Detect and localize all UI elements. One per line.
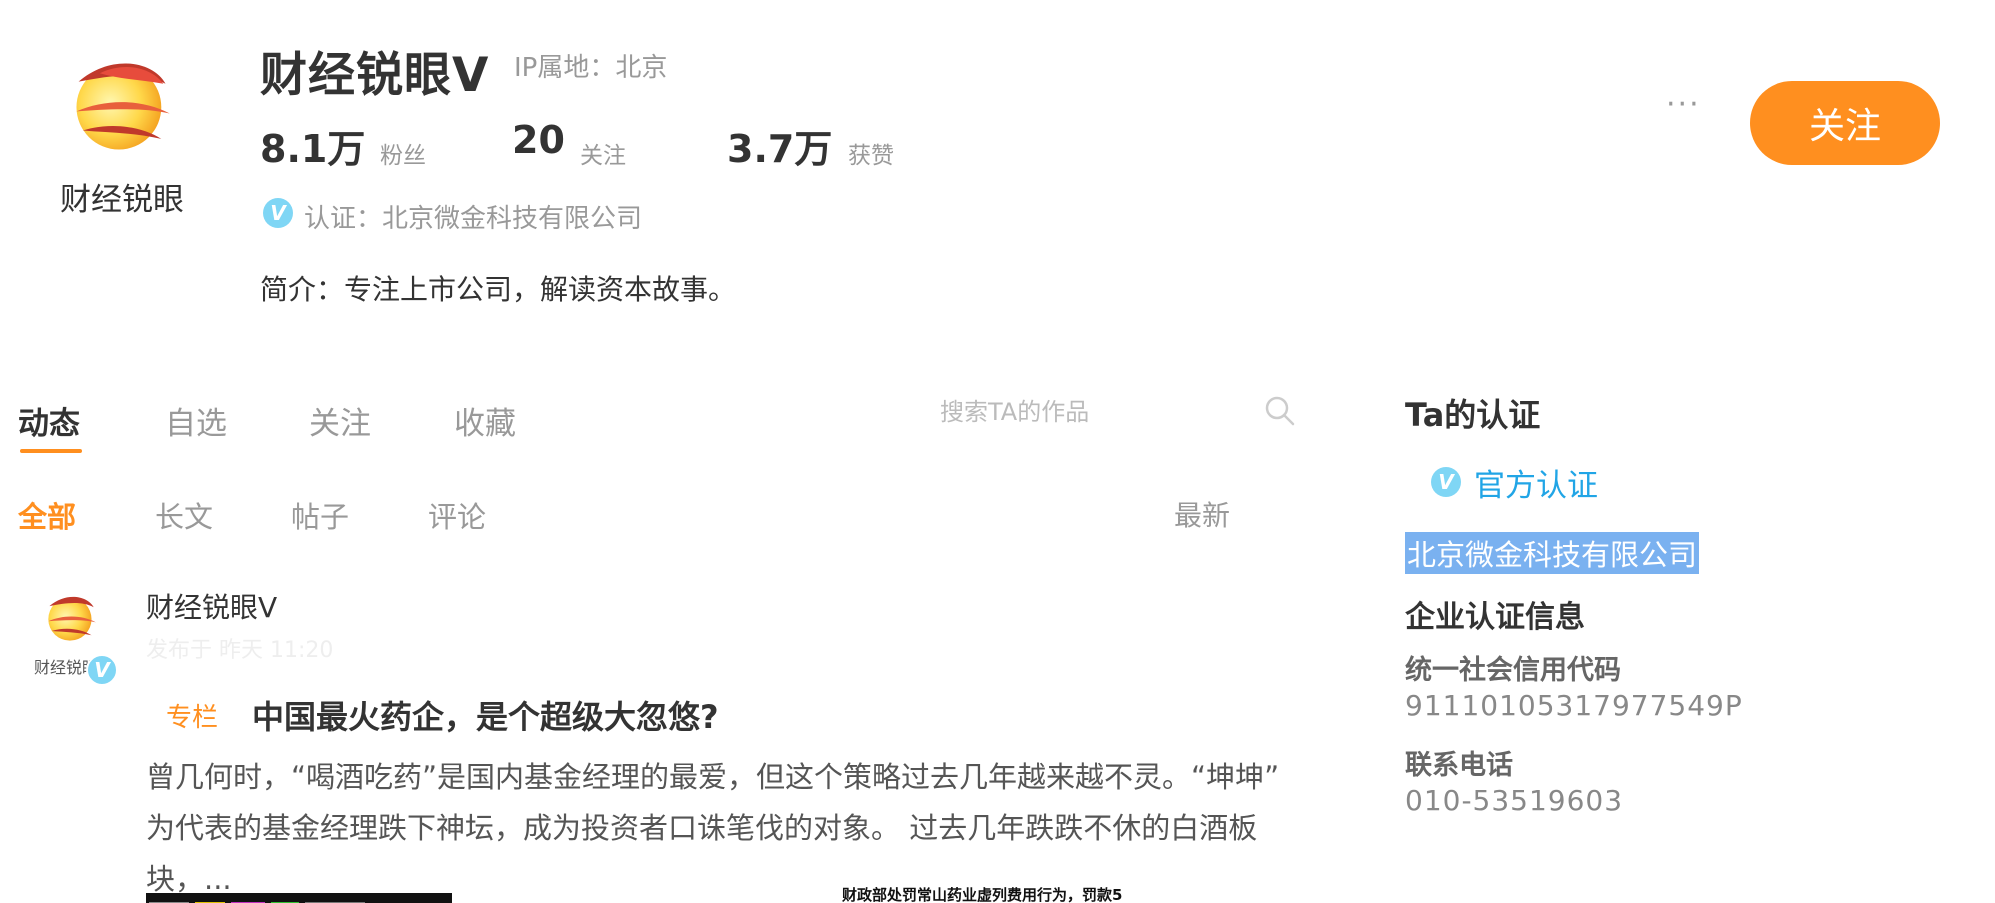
- subtab-posts[interactable]: 帖子: [291, 494, 349, 536]
- verification-text: 认证：北京微金科技有限公司: [304, 204, 643, 234]
- tab-activity[interactable]: 动态: [18, 398, 80, 443]
- follow-button[interactable]: 关注: [1750, 81, 1940, 165]
- post-summary[interactable]: 曾几何时，“喝酒吃药”是国内基金经理的最爱，但这个策略过去几年越来越不灵。“坤坤…: [146, 752, 1326, 903]
- account-logo-icon: [76, 63, 170, 150]
- search-input[interactable]: [940, 392, 1270, 432]
- fans-label[interactable]: 粉丝: [380, 136, 426, 170]
- profile-name: 财经锐眼V: [260, 48, 490, 103]
- svg-text:V: V: [270, 201, 287, 225]
- post-author-avatar[interactable]: [44, 590, 98, 646]
- profile-bio: 简介：专注上市公司，解读资本故事。: [260, 273, 737, 306]
- phone-value: 010-53519603: [1405, 784, 1624, 817]
- svg-text:V: V: [94, 658, 111, 682]
- credit-code-label: 统一社会信用代码: [1405, 655, 1621, 686]
- tab-following[interactable]: 关注: [309, 398, 371, 443]
- certified-company-name: 北京微金科技有限公司: [1405, 532, 1700, 574]
- post-title[interactable]: 中国最火药企，是个超级大忽悠?: [252, 692, 719, 738]
- certification-title: Ta的认证: [1405, 396, 1541, 434]
- official-verified-icon: V: [1431, 467, 1461, 497]
- more-options-icon[interactable]: ···: [1666, 90, 1706, 120]
- verified-badge-icon: V: [263, 198, 293, 228]
- credit-code-value: 91110105317977549P: [1405, 689, 1743, 722]
- subtab-comments[interactable]: 评论: [428, 494, 486, 536]
- avatar-caption: 财经锐眼: [60, 182, 184, 218]
- following-label[interactable]: 关注: [580, 136, 626, 170]
- phone-label: 联系电话: [1405, 750, 1513, 781]
- post-summary-line: 曾几何时，“喝酒吃药”是国内基金经理的最爱，但这个策略过去几年越来越不灵。“坤坤…: [146, 760, 1280, 794]
- ip-location: IP属地：北京: [514, 53, 668, 83]
- tab-watchlist[interactable]: 自选: [165, 398, 227, 443]
- likes-count: 3.7万: [727, 127, 833, 171]
- official-certification-label: 官方认证: [1474, 468, 1598, 504]
- post-timestamp: 发布于 昨天 11:20: [146, 638, 334, 663]
- following-count[interactable]: 20: [512, 118, 565, 162]
- subtab-longform[interactable]: 长文: [155, 494, 213, 536]
- tab-favorites[interactable]: 收藏: [454, 398, 516, 443]
- svg-text:V: V: [1438, 470, 1455, 494]
- fans-count[interactable]: 8.1万: [260, 118, 365, 173]
- enterprise-info-title: 企业认证信息: [1405, 600, 1585, 635]
- post-column-tag: 专栏: [166, 703, 219, 733]
- post-image-thumbnail[interactable]: [146, 893, 452, 903]
- search-icon[interactable]: [1262, 393, 1298, 429]
- post-summary-line: 为代表的基金经理跌下神坛，成为投资者口诛笔伐的对象。 过去几年跌跌不休的白酒板块…: [146, 811, 1258, 896]
- sort-latest[interactable]: 最新: [1174, 494, 1230, 534]
- post-verified-badge-icon: V: [86, 654, 118, 686]
- active-tab-indicator: [20, 449, 82, 453]
- post-author-name[interactable]: 财经锐眼V: [146, 586, 277, 626]
- post-image-caption: 财政部处罚常山药业虚列费用行为，罚款5: [842, 886, 1123, 903]
- likes-label: 获赞: [848, 143, 894, 169]
- subtab-all[interactable]: 全部: [18, 494, 76, 536]
